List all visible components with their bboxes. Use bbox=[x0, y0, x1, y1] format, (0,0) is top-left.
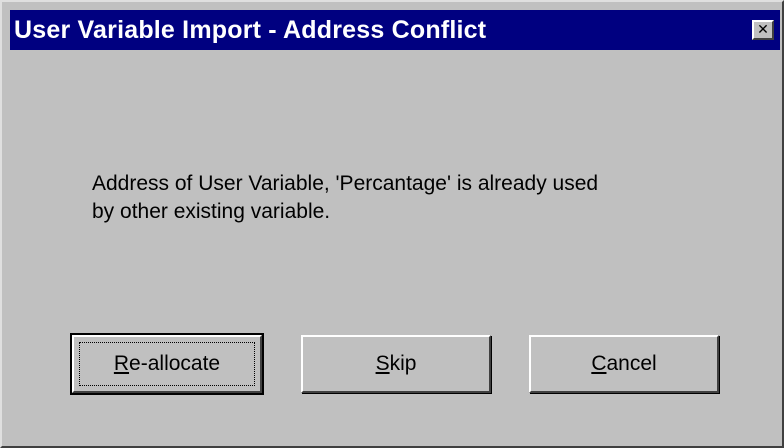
skip-label: Skip bbox=[376, 352, 417, 376]
dialog-title: User Variable Import - Address Conflict bbox=[14, 15, 487, 44]
cancel-button[interactable]: Cancel bbox=[529, 335, 719, 393]
reallocate-mnemonic: R bbox=[113, 352, 130, 375]
message-line-2: by other existing variable. bbox=[92, 200, 331, 223]
cancel-label-rest: ancel bbox=[606, 352, 657, 375]
cancel-mnemonic: C bbox=[591, 352, 607, 375]
address-conflict-dialog: User Variable Import - Address Conflict … bbox=[0, 0, 784, 448]
conflict-message: Address of User Variable, 'Percantage' i… bbox=[92, 170, 732, 226]
close-icon: ✕ bbox=[757, 22, 769, 38]
cancel-label: Cancel bbox=[591, 352, 656, 376]
message-line-1: Address of User Variable, 'Percantage' i… bbox=[92, 172, 599, 195]
title-bar[interactable]: User Variable Import - Address Conflict … bbox=[10, 10, 780, 50]
reallocate-button[interactable]: Re-allocate bbox=[70, 333, 264, 395]
skip-button[interactable]: Skip bbox=[301, 335, 491, 393]
skip-label-rest: kip bbox=[389, 352, 417, 375]
reallocate-label-rest: e-allocate bbox=[129, 352, 221, 375]
close-button[interactable]: ✕ bbox=[752, 20, 774, 40]
reallocate-label: Re-allocate bbox=[114, 352, 220, 376]
skip-mnemonic: S bbox=[375, 352, 390, 375]
